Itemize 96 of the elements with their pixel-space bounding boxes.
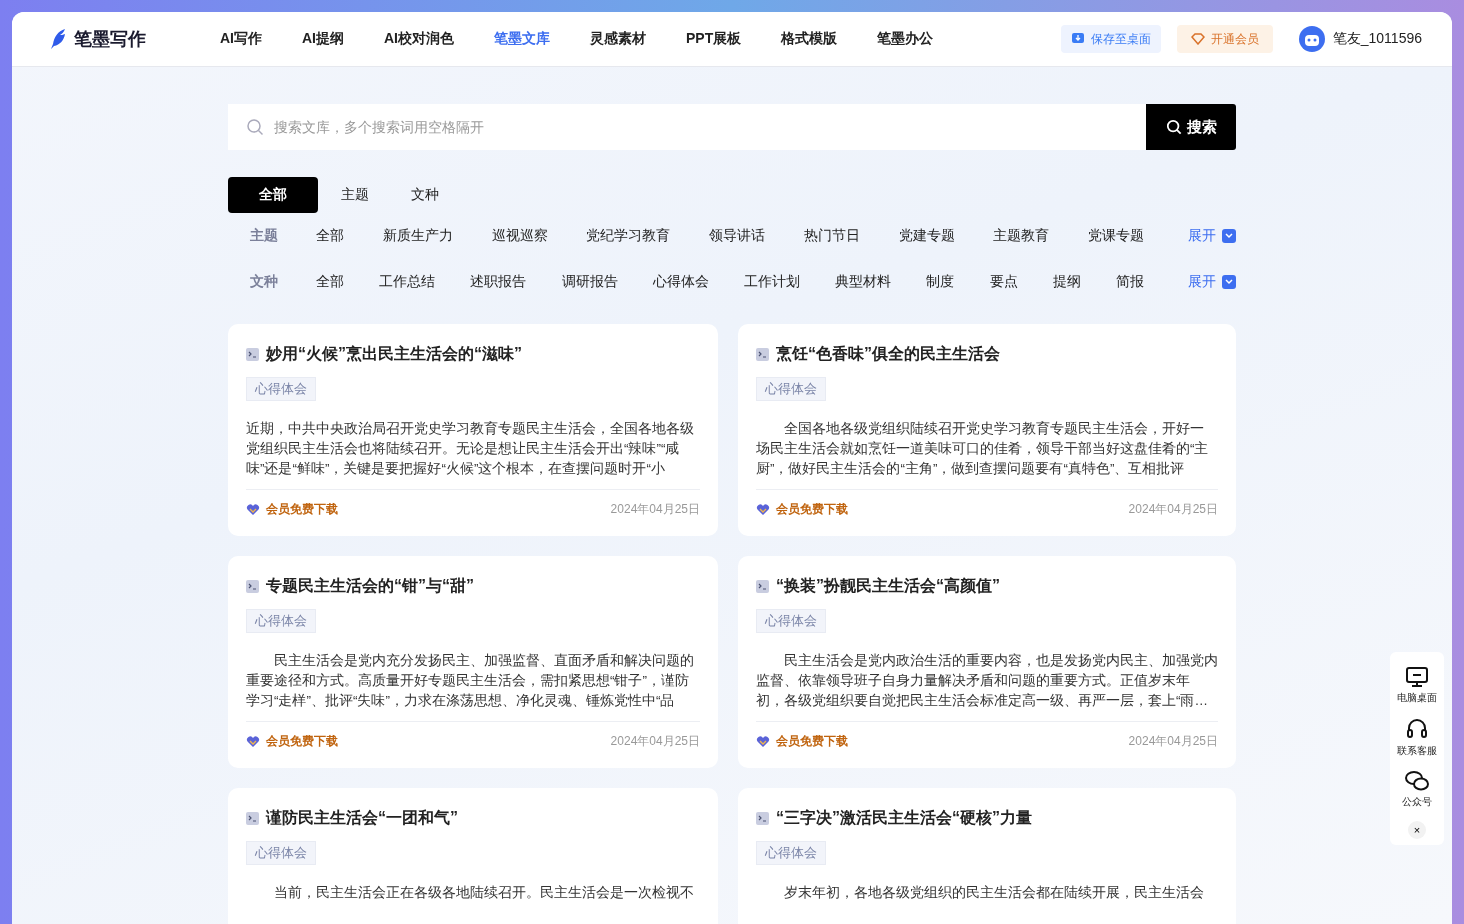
download-icon xyxy=(1070,32,1085,46)
filter-option[interactable]: 新质生产力 xyxy=(382,227,453,245)
article-excerpt: 民主生活会是党内充分发扬民主、加强监督、直面矛盾和解决问题的 重要途径和方式。高质量开好专题民主生活会，需扣紧思想“钳子”，谨防 学习“走样”、批评“失味”，力求在涤荡思想、净化灵魂、锤炼党性中“品 xyxy=(246,651,700,722)
headset-icon[interactable] xyxy=(1406,717,1428,741)
filter-option[interactable]: 党纪学习教育 xyxy=(586,227,671,245)
category-tag: 心得体会 xyxy=(246,841,316,865)
category-tag: 心得体会 xyxy=(756,841,826,865)
article-card[interactable]: 妙用“火候”烹出民主生活会的“滋味” 心得体会 近期，中共中央政治局召开党史学习教育专题民主生活会，全国各地各级 党组织民主生活会也将陆续召开。无论是想让民主生活会开出“辣味”“咸 味”还是“鲜味”，关键是要把握好“火候”这个根本，在查摆问题时开“小 会员免费下载 2024年04月25日 xyxy=(228,324,718,536)
filter-option[interactable]: 全部 xyxy=(316,273,344,291)
expand-link[interactable]: 展开 xyxy=(1188,227,1216,245)
filter-option[interactable]: 制度 xyxy=(926,273,955,291)
filter-option[interactable]: 典型材料 xyxy=(835,273,892,291)
article-title[interactable]: 妙用“火候”烹出民主生活会的“滋味” xyxy=(266,344,522,365)
chat-bubbles-icon[interactable] xyxy=(1404,770,1430,792)
free-download-link[interactable]: 会员免费下载 xyxy=(266,501,605,518)
diamond-icon xyxy=(1190,33,1205,45)
search-icon xyxy=(1165,119,1182,135)
category-tag: 心得体会 xyxy=(246,377,316,401)
heart-icon xyxy=(756,735,770,748)
filter-option[interactable]: 全部 xyxy=(316,227,344,245)
filter-option[interactable]: 工作总结 xyxy=(379,273,436,291)
publish-date: 2024年04月25日 xyxy=(1128,501,1218,518)
save-to-desktop-button[interactable]: 保存至桌面 xyxy=(1060,25,1161,53)
heart-icon xyxy=(246,503,260,516)
side-label[interactable]: 公众号 xyxy=(1402,795,1432,809)
category-tag: 心得体会 xyxy=(756,609,826,633)
filter-option[interactable]: 主题教育 xyxy=(993,227,1050,245)
nav-link[interactable]: 笔墨办公 xyxy=(857,30,954,48)
search-field[interactable]: 搜索文库，多个搜索词用空格隔开 xyxy=(228,104,1146,150)
article-title[interactable]: “换装”扮靓民主生活会“高颜值” xyxy=(776,576,1000,597)
article-card[interactable]: “三字决”激活民主生活会“硬核”力量 心得体会 岁末年初，各地各级党组织的民主生活会都在陆续开展，民主生活会 xyxy=(738,788,1236,924)
article-excerpt: 民主生活会是党内政治生活的重要内容，也是发扬党内民主、加强党内 监督、依靠领导班子自身力量解决矛盾和问题的重要方式。正值岁末年 初，各级党组织要自觉把民主生活会标准定高一级、再严一层，套上“雨… xyxy=(756,651,1218,722)
expand-link[interactable]: 展开 xyxy=(1188,273,1216,291)
category-tag: 心得体会 xyxy=(246,609,316,633)
feather-logo-icon xyxy=(50,28,68,50)
article-excerpt: 近期，中共中央政治局召开党史学习教育专题民主生活会，全国各地各级 党组织民主生活会也将陆续召开。无论是想让民主生活会开出“辣味”“咸 味”还是“鲜味”，关键是要把握好“火候”这个根本，在查摆问题时开“小 xyxy=(246,419,700,490)
side-label[interactable]: 电脑桌面 xyxy=(1397,691,1437,705)
category-tag: 心得体会 xyxy=(756,377,826,401)
filter-option[interactable]: 党课专题 xyxy=(1088,227,1144,245)
document-icon xyxy=(756,580,769,593)
article-title[interactable]: 烹饪“色香味”俱全的民主生活会 xyxy=(776,344,1000,365)
filter-option[interactable]: 要点 xyxy=(989,273,1018,291)
side-label[interactable]: 联系客服 xyxy=(1397,744,1437,758)
free-download-link[interactable]: 会员免费下载 xyxy=(266,733,605,750)
publish-date: 2024年04月25日 xyxy=(1128,733,1218,750)
article-excerpt: 全国各地各级党组织陆续召开党史学习教育专题民主生活会，开好一 场民主生活会就如烹饪一道美味可口的佳肴，领导干部当好这盘佳肴的“主 厨”，做好民主生活会的“主角”，做到查摆问题要有“真特色”、互相批评 xyxy=(756,419,1218,490)
filter-tab[interactable]: 主题 xyxy=(322,177,388,213)
filter-tab[interactable]: 全部 xyxy=(228,177,318,213)
username[interactable]: 笔友_1011596 xyxy=(1332,30,1422,48)
nav-link[interactable]: PPT展板 xyxy=(666,30,762,48)
filter-option[interactable]: 领导讲话 xyxy=(709,227,765,245)
document-icon xyxy=(756,812,769,825)
filter-option[interactable]: 述职报告 xyxy=(470,273,527,291)
article-card[interactable]: 谨防民主生活会“一团和气” 心得体会 当前，民主生活会正在各级各地陆续召开。民主生活会是一次检视不 xyxy=(228,788,718,924)
article-title[interactable]: 专题民主生活会的“钳”与“甜” xyxy=(266,576,474,597)
search-button[interactable]: 搜索 xyxy=(1146,104,1236,150)
nav-link[interactable]: 格式模版 xyxy=(761,30,858,48)
filter-option[interactable]: 简报 xyxy=(1115,273,1144,291)
nav-link[interactable]: AI写作 xyxy=(200,30,282,48)
chevron-down-icon[interactable] xyxy=(1222,229,1236,243)
article-card[interactable]: 专题民主生活会的“钳”与“甜” 心得体会 民主生活会是党内充分发扬民主、加强监督、直面矛盾和解决问题的 重要途径和方式。高质量开好专题民主生活会，需扣紧思想“钳子”，谨防 学习“走样”、批评“失味”，力求在涤荡思想、净化灵魂、锤炼党性中“品 会员免费下载 2024年04月25日 xyxy=(228,556,718,768)
logo-text[interactable]: 笔墨写作 xyxy=(74,27,146,51)
filter-option[interactable]: 巡视巡察 xyxy=(491,227,548,245)
article-card[interactable]: “换装”扮靓民主生活会“高颜值” 心得体会 民主生活会是党内政治生活的重要内容，也是发扬党内民主、加强党内 监督、依靠领导班子自身力量解决矛盾和问题的重要方式。正值岁末年 初，各级党组织要自觉把民主生活会标准定高一级、再严一层，套上“雨… 会员免费下载 2024年04月25日 xyxy=(738,556,1236,768)
document-icon xyxy=(246,348,259,361)
avatar-icon[interactable] xyxy=(1298,26,1325,52)
close-button[interactable]: × xyxy=(1408,821,1426,839)
article-title[interactable]: “三字决”激活民主生活会“硬核”力量 xyxy=(776,808,1032,829)
publish-date: 2024年04月25日 xyxy=(610,733,700,750)
article-title[interactable]: 谨防民主生活会“一团和气” xyxy=(266,808,458,829)
filter-label: 文种 xyxy=(250,273,279,291)
filter-option[interactable]: 热门节日 xyxy=(803,227,860,245)
nav-link[interactable]: 灵感素材 xyxy=(570,30,666,48)
document-icon xyxy=(246,580,259,593)
filter-option[interactable]: 工作计划 xyxy=(743,273,800,291)
heart-icon xyxy=(246,735,260,748)
filter-option[interactable]: 心得体会 xyxy=(652,273,709,291)
nav-link[interactable]: 笔墨文库 xyxy=(474,30,570,48)
chevron-down-icon[interactable] xyxy=(1222,275,1236,289)
document-icon xyxy=(756,348,769,361)
article-excerpt: 当前，民主生活会正在各级各地陆续召开。民主生活会是一次检视不 xyxy=(246,883,700,924)
free-download-link[interactable]: 会员免费下载 xyxy=(776,501,1123,518)
document-icon xyxy=(246,812,259,825)
nav-link[interactable]: AI提纲 xyxy=(282,30,364,48)
monitor-icon[interactable] xyxy=(1405,666,1429,688)
filter-option[interactable]: 党建专题 xyxy=(898,227,955,245)
filter-option[interactable]: 调研报告 xyxy=(561,273,618,291)
heart-icon xyxy=(756,503,770,516)
nav-link[interactable]: AI校对润色 xyxy=(364,30,474,48)
filter-tab[interactable]: 文种 xyxy=(392,177,458,213)
article-excerpt: 岁末年初，各地各级党组织的民主生活会都在陆续开展，民主生活会 xyxy=(756,883,1218,924)
free-download-link[interactable]: 会员免费下载 xyxy=(776,733,1123,750)
publish-date: 2024年04月25日 xyxy=(610,501,700,518)
article-card[interactable]: 烹饪“色香味”俱全的民主生活会 心得体会 全国各地各级党组织陆续召开党史学习教育专题民主生活会，开好一 场民主生活会就如烹饪一道美味可口的佳肴，领导干部当好这盘佳肴的“主 厨”，做好民主生活会的“主角”，做到查摆问题要有“真特色”、互相批评 会员免费下载 2024年04月25日 xyxy=(738,324,1236,536)
filter-option[interactable]: 提纲 xyxy=(1052,273,1081,291)
filter-label: 主题 xyxy=(250,227,279,245)
